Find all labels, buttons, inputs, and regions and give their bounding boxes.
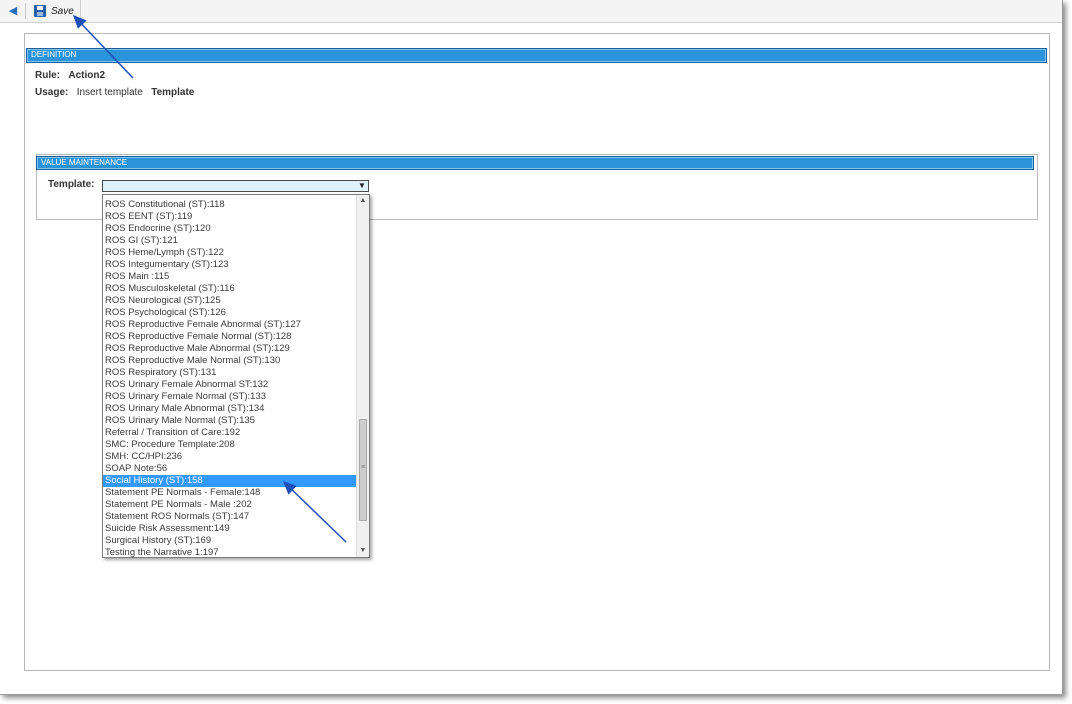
dropdown-option[interactable]: SOAP Note:56 bbox=[103, 463, 357, 475]
dropdown-option[interactable]: SMC: Procedure Template:208 bbox=[103, 439, 357, 451]
dropdown-option[interactable]: ROS Urinary Male Abnormal (ST):134 bbox=[103, 403, 357, 415]
dropdown-option[interactable]: ROS Endocrine (ST):120 bbox=[103, 223, 357, 235]
dropdown-option[interactable]: ROS Main :115 bbox=[103, 271, 357, 283]
dropdown-option[interactable]: ROS Reproductive Female Abnormal (ST):12… bbox=[103, 319, 357, 331]
dropdown-option[interactable]: ROS Integumentary (ST):123 bbox=[103, 259, 357, 271]
usage-label: Usage: bbox=[35, 87, 69, 98]
dropdown-option[interactable]: ROS Reproductive Male Abnormal (ST):129 bbox=[103, 343, 357, 355]
scroll-down-icon[interactable]: ▼ bbox=[357, 546, 369, 556]
dropdown-option[interactable]: ROS Heme/Lymph (ST):122 bbox=[103, 247, 357, 259]
rule-label: Rule: bbox=[35, 70, 60, 81]
dropdown-option[interactable]: ROS Urinary Female Normal (ST):133 bbox=[103, 391, 357, 403]
dropdown-option[interactable]: Referral / Transition of Care:192 bbox=[103, 427, 357, 439]
dropdown-option[interactable]: ROS Reproductive Female Normal (ST):128 bbox=[103, 331, 357, 343]
floppy-disk-icon bbox=[34, 5, 46, 17]
toolbar-separator bbox=[25, 3, 26, 19]
back-arrow-icon[interactable]: ◀ bbox=[6, 4, 20, 18]
toolbar-divider bbox=[80, 0, 81, 22]
save-button-label: Save bbox=[51, 5, 74, 17]
toolbar: ◀ Save bbox=[0, 0, 1062, 23]
chevron-down-icon[interactable]: ▼ bbox=[357, 181, 367, 191]
dropdown-option[interactable]: ROS EENT (ST):119 bbox=[103, 211, 357, 223]
dropdown-option[interactable]: Testing the Narrative 1:197 bbox=[103, 547, 357, 557]
rule-value: Action2 bbox=[68, 70, 106, 81]
scroll-up-icon[interactable]: ▲ bbox=[357, 196, 369, 206]
dropdown-option[interactable]: Statement PE Normals - Female:148 bbox=[103, 487, 357, 499]
dropdown-option[interactable]: ROS Psychological (ST):126 bbox=[103, 307, 357, 319]
template-label: Template: bbox=[48, 179, 95, 190]
usage-row: Usage: Insert template Template bbox=[35, 87, 194, 98]
rule-row: Rule: Action2 bbox=[35, 70, 105, 81]
value-maintenance-section-header: VALUE MAINTENANCE bbox=[36, 156, 1034, 170]
dropdown-option[interactable]: ROS Neurological (ST):125 bbox=[103, 295, 357, 307]
save-button[interactable]: Save bbox=[32, 2, 78, 20]
dropdown-option[interactable]: ROS Urinary Female Abnormal ST:132 bbox=[103, 379, 357, 391]
dropdown-option[interactable]: ROS Reproductive Male Normal (ST):130 bbox=[103, 355, 357, 367]
usage-value: Insert template bbox=[76, 87, 143, 98]
dropdown-option[interactable]: ROS Constitutional (ST):118 bbox=[103, 199, 357, 211]
scrollbar-thumb[interactable] bbox=[359, 419, 367, 521]
dropdown-option[interactable]: Statement PE Normals - Male :202 bbox=[103, 499, 357, 511]
dropdown-option[interactable]: SMH: CC/HPI:236 bbox=[103, 451, 357, 463]
dropdown-option[interactable]: Statement ROS Normals (ST):147 bbox=[103, 511, 357, 523]
definition-section-header: DEFINITION bbox=[26, 48, 1047, 63]
template-select[interactable]: ▼ bbox=[102, 180, 369, 192]
usage-template: Template bbox=[151, 87, 195, 98]
dropdown-option[interactable]: ROS Urinary Male Normal (ST):135 bbox=[103, 415, 357, 427]
dropdown-option[interactable]: Surgical History (ST):169 bbox=[103, 535, 357, 547]
app-window: ◀ Save DEFINITION Rule: Action2 Usage: I… bbox=[0, 0, 1063, 695]
dropdown-scrollbar[interactable]: ▲ ▼ bbox=[356, 195, 369, 557]
dropdown-option[interactable]: Suicide Risk Assessment:149 bbox=[103, 523, 357, 535]
template-dropdown-list[interactable]: ROS Constitutional (ST):118 ROS EENT (ST)… bbox=[102, 194, 370, 558]
dropdown-option[interactable]: Social History (ST):158 bbox=[103, 475, 357, 487]
dropdown-options: ROS Constitutional (ST):118 ROS EENT (ST)… bbox=[103, 199, 357, 557]
dropdown-option[interactable]: ROS Respiratory (ST):131 bbox=[103, 367, 357, 379]
dropdown-option[interactable]: ROS Musculoskeletal (ST):116 bbox=[103, 283, 357, 295]
dropdown-option[interactable]: ROS GI (ST):121 bbox=[103, 235, 357, 247]
